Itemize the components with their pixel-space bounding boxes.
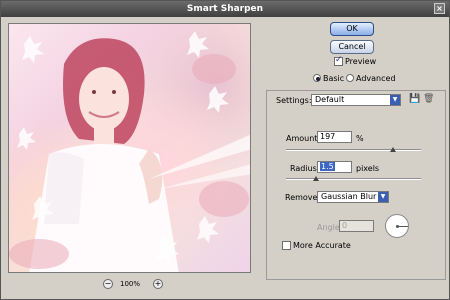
advanced-label: Advanced: [356, 74, 396, 83]
radius-slider[interactable]: [286, 178, 421, 180]
advanced-radio[interactable]: [346, 74, 354, 82]
basic-radio[interactable]: [313, 74, 321, 82]
basic-label: Basic: [323, 74, 345, 83]
preview-image[interactable]: [8, 23, 251, 273]
more-accurate-label: More Accurate: [293, 241, 351, 250]
cancel-button[interactable]: Cancel: [330, 40, 374, 54]
close-icon[interactable]: ×: [434, 3, 445, 14]
angle-dial: [385, 214, 409, 238]
chevron-down-icon: ▼: [378, 192, 388, 202]
zoom-level: 100%: [120, 280, 141, 288]
smart-sharpen-dialog: Smart Sharpen × − 100% + OK Cancel ✓ Pre…: [0, 0, 450, 300]
radius-unit: pixels: [356, 164, 380, 173]
more-accurate-checkbox[interactable]: [282, 241, 291, 250]
preview-checkbox[interactable]: [334, 55, 343, 66]
minus-icon[interactable]: −: [103, 279, 113, 289]
amount-input[interactable]: 197: [317, 131, 352, 143]
preview-label: Preview: [345, 57, 377, 66]
remove-select[interactable]: Gaussian Blur ▼: [317, 191, 389, 203]
amount-slider[interactable]: [286, 149, 421, 151]
zoom-bar: − 100% +: [8, 277, 251, 291]
remove-value: Gaussian Blur: [321, 192, 377, 201]
preview-photo: [9, 31, 250, 272]
amount-unit: %: [356, 134, 364, 143]
settings-panel: [266, 90, 446, 280]
dialog-title: Smart Sharpen: [186, 4, 264, 14]
amount-label: Amount:: [286, 134, 321, 143]
angle-input: 0: [339, 220, 374, 232]
radius-slider-thumb[interactable]: [313, 176, 319, 181]
amount-slider-thumb[interactable]: [390, 147, 396, 152]
radius-input[interactable]: 1.5: [317, 161, 352, 173]
radius-label: Radius:: [290, 164, 320, 173]
ok-button[interactable]: OK: [330, 22, 374, 36]
remove-label: Remove:: [285, 193, 321, 202]
plus-icon[interactable]: +: [153, 279, 163, 289]
title-bar: Smart Sharpen ×: [1, 1, 449, 17]
radius-value: 1.5: [320, 162, 335, 171]
